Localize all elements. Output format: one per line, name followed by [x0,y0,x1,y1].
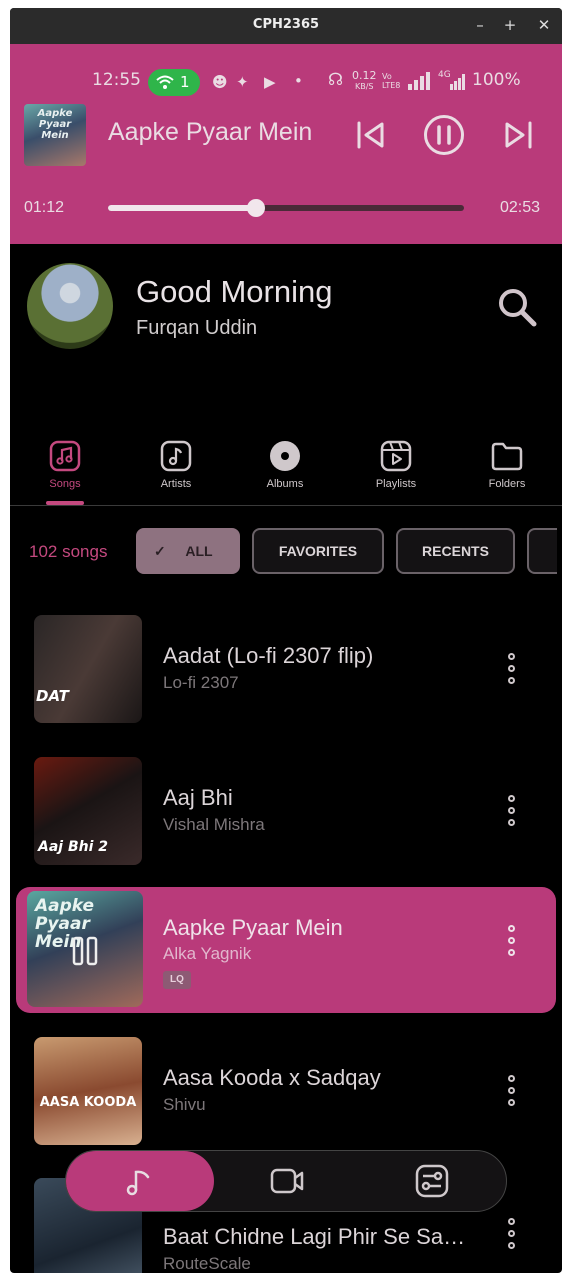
tab-artists[interactable]: Artists [136,440,216,490]
close-button[interactable]: ✕ [534,15,554,35]
tab-songs[interactable]: Songs [25,440,105,490]
list-item[interactable]: DAT Aadat (Lo-fi 2307 flip) Lo-fi 2307 [10,615,562,743]
list-item[interactable]: AASA KOODA Aasa Kooda x Sadqay Shivu [10,1037,562,1165]
list-item[interactable]: Aaj Bhi 2 Aaj Bhi Vishal Mishra [10,757,562,885]
net-speed: 0.12 KB/S [352,69,377,91]
filter-chip-more[interactable] [527,528,557,574]
skip-next-icon[interactable] [502,120,534,150]
tab-albums[interactable]: Albums [245,440,325,490]
song-count: 102 songs [29,542,108,561]
tab-label: Artists [160,478,192,490]
wifi-badge: 1 [148,69,200,96]
play-store-icon: ▶ [264,73,276,91]
more-options-icon[interactable] [504,793,520,829]
music-note-icon[interactable] [122,1163,158,1199]
filter-chip-favorites[interactable]: FAVORITES [252,528,384,574]
song-title: Baat Chidne Lagi Phir Se Sa… [163,1224,466,1249]
notification-app-icon: ☻ [212,73,228,91]
quality-badge: LQ [163,971,191,989]
tab-label: Albums [266,478,304,490]
song-title: Aadat (Lo-fi 2307 flip) [163,643,374,668]
song-title: Aasa Kooda x Sadqay [163,1065,381,1090]
playlist-icon [380,440,412,472]
song-artist: Lo-fi 2307 [163,673,239,692]
album-disc-icon [270,441,300,471]
elapsed-time: 01:12 [24,199,65,216]
seek-bar-thumb[interactable] [247,199,266,217]
tab-folders[interactable]: Folders [467,440,547,490]
song-artist: Vishal Mishra [163,815,265,834]
album-art: DAT [34,615,142,723]
album-art: AASA KOODA [34,1037,142,1145]
seek-bar[interactable] [108,199,464,217]
skip-previous-icon[interactable] [355,120,387,150]
pause-icon [72,936,98,966]
bottom-navigation [65,1150,507,1212]
signal-icon [450,74,465,90]
notification-app-icon: ✦ [236,73,249,91]
maximize-button[interactable]: + [500,15,520,35]
now-playing-title: Aapke Pyaar Mein [108,118,313,146]
app-window: CPH2365 – + ✕ 12:55 1 ☻ ✦ ▶ • ☊ 0.12 KB/… [10,8,562,1273]
song-title: Aapke Pyaar Mein [163,915,343,940]
network-type: 4G [438,70,451,80]
greeting: Good Morning [136,274,333,309]
song-title: Aaj Bhi [163,785,233,810]
wifi-icon [156,75,174,89]
search-icon[interactable] [496,286,538,328]
now-playing-album-art[interactable]: Aapke Pyaar Mein [24,104,86,166]
list-item-playing[interactable]: Aapke Pyaar Mein Aapke Pyaar Mein Alka Y… [16,887,556,1013]
more-notifications-icon: • [294,72,303,90]
total-duration: 02:53 [500,199,541,216]
tab-label: Folders [488,478,526,490]
minimize-button[interactable]: – [470,15,490,35]
wifi-count: 1 [180,73,190,91]
volte-indicator: Vo LTE8 [382,72,401,90]
tab-label: Songs [49,478,81,490]
video-icon[interactable] [269,1163,305,1199]
more-options-icon[interactable] [504,923,520,959]
seek-bar-progress [108,205,257,211]
pause-button[interactable] [423,114,465,156]
tab-label: Playlists [375,478,417,490]
artist-icon [160,440,192,472]
album-art: Aaj Bhi 2 [34,757,142,865]
song-artist: Shivu [163,1095,206,1114]
status-time: 12:55 [92,70,141,90]
song-artist: RouteScale [163,1254,251,1273]
more-options-icon[interactable] [504,651,520,687]
music-note-icon [49,440,81,472]
tab-playlists[interactable]: Playlists [356,440,436,490]
filter-chip-recents[interactable]: RECENTS [396,528,515,574]
more-options-icon[interactable] [504,1073,520,1109]
now-playing-panel: 12:55 1 ☻ ✦ ▶ • ☊ 0.12 KB/S Vo LTE8 4G 1… [10,44,562,244]
username: Furqan Uddin [136,317,258,339]
battery-percent: 100% [472,70,521,90]
settings-sliders-icon[interactable] [414,1163,450,1199]
more-options-icon[interactable] [504,1216,520,1252]
filter-chip-all[interactable]: ✓ ALL [136,528,240,574]
headphones-icon: ☊ [328,70,344,90]
signal-icon [408,72,430,90]
song-artist: Alka Yagnik [163,944,252,963]
window-titlebar: CPH2365 – + ✕ [10,8,562,44]
check-icon: ✓ [154,543,166,559]
folder-icon [491,442,523,471]
avatar[interactable] [27,263,113,349]
album-art: Aapke Pyaar Mein [27,891,143,1007]
tabs-divider [10,505,562,506]
